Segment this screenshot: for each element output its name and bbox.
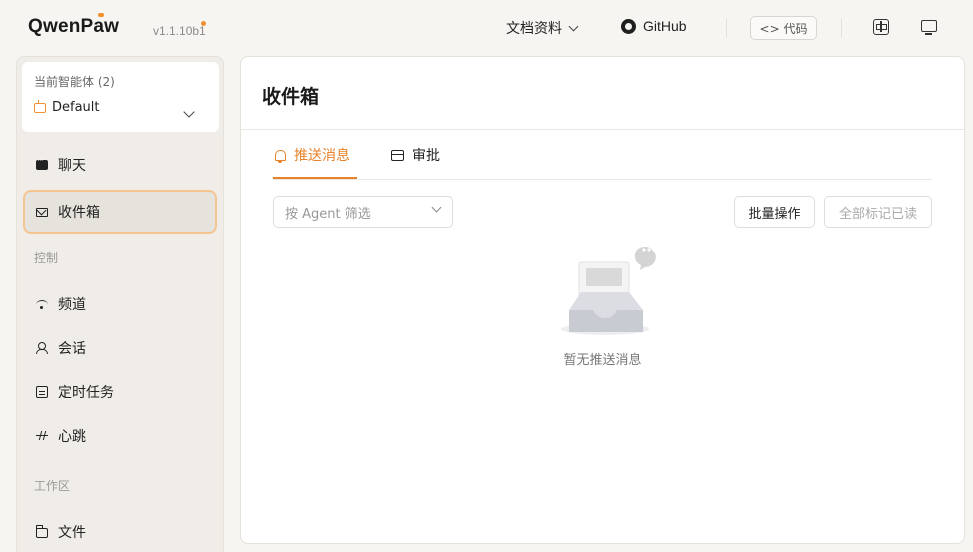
calendar-icon — [36, 386, 48, 398]
agent-filter-select[interactable]: 按 Agent 筛选 — [273, 196, 453, 228]
tab-bar: 推送消息 审批 — [273, 129, 932, 180]
chat-icon — [36, 156, 48, 170]
sidebar-item-chat[interactable]: 聊天 — [23, 143, 217, 187]
folder-icon — [36, 525, 48, 538]
tab-label: 推送消息 — [294, 148, 350, 164]
github-label: GitHub — [643, 18, 687, 34]
top-bar: QwenPaw v1.1.10b1 文档资料 GitHub <> 代码 — [0, 0, 973, 56]
code-label: <> 代码 — [759, 21, 808, 36]
batch-action-button[interactable]: 批量操作 — [734, 196, 815, 228]
chevron-down-icon — [568, 21, 579, 31]
main-panel: 收件箱 推送消息 审批 按 Agent 筛选 批量操作 全部标记已读 暂无推送消… — [240, 56, 965, 544]
sidebar-item-scheduled-tasks[interactable]: 定时任务 — [23, 370, 217, 414]
language-toggle-icon[interactable] — [873, 19, 889, 35]
agent-label: 当前智能体 (2) — [34, 75, 115, 89]
mail-icon — [36, 207, 48, 217]
page-title: 收件箱 — [262, 86, 320, 108]
sidebar-item-label: 收件箱 — [58, 205, 100, 221]
package-icon — [391, 149, 404, 161]
display-icon[interactable] — [921, 20, 937, 35]
empty-inbox-illustration — [561, 247, 656, 335]
version-label: v1.1.10b1 — [153, 24, 206, 38]
user-icon — [36, 342, 48, 354]
agent-current[interactable]: Default — [34, 99, 100, 115]
update-dot — [201, 21, 206, 26]
divider — [726, 19, 727, 37]
sidebar-item-sessions[interactable]: 会话 — [23, 326, 217, 370]
mark-all-read-button[interactable]: 全部标记已读 — [824, 196, 932, 228]
code-button[interactable]: <> 代码 — [750, 16, 817, 40]
sidebar-item-inbox[interactable]: 收件箱 — [23, 190, 217, 234]
section-label-workspace: 工作区 — [34, 479, 71, 493]
github-icon — [621, 18, 636, 34]
sidebar-item-label: 频道 — [58, 297, 86, 313]
github-link[interactable]: GitHub — [621, 18, 687, 34]
wifi-icon — [36, 299, 48, 309]
mark-all-read-label: 全部标记已读 — [838, 206, 917, 222]
docs-label: 文档资料 — [506, 21, 562, 37]
filter-placeholder: 按 Agent 筛选 — [285, 206, 371, 222]
empty-state-text: 暂无推送消息 — [563, 353, 642, 368]
chevron-down-icon — [183, 106, 195, 118]
sidebar-item-label: 心跳 — [58, 429, 86, 445]
sidebar-item-channels[interactable]: 频道 — [23, 282, 217, 326]
chevron-down-icon — [431, 202, 442, 213]
batch-action-label: 批量操作 — [748, 206, 801, 222]
sidebar-item-label: 会话 — [58, 341, 86, 357]
sidebar-item-label: 定时任务 — [58, 385, 114, 401]
sidebar-item-label: 聊天 — [58, 158, 86, 174]
sidebar-item-label: 文件 — [58, 525, 86, 541]
logo[interactable]: QwenPaw — [28, 13, 119, 38]
section-label-control: 控制 — [34, 251, 59, 265]
bell-icon — [275, 149, 286, 163]
sidebar-item-files[interactable]: 文件 — [23, 510, 217, 552]
tab-push-messages[interactable]: 推送消息 — [275, 145, 350, 165]
agent-value: Default — [52, 100, 100, 115]
agent-selector[interactable]: 当前智能体 (2) Default — [22, 62, 219, 132]
active-tab-indicator — [273, 177, 357, 179]
robot-icon — [34, 99, 46, 113]
divider — [841, 19, 842, 37]
tab-approval[interactable]: 审批 — [391, 145, 440, 165]
sidebar-item-heartbeat[interactable]: 心跳 — [23, 414, 217, 458]
docs-menu[interactable]: 文档资料 — [506, 18, 579, 38]
tab-label: 审批 — [412, 148, 440, 164]
agent-dropdown[interactable] — [183, 101, 195, 120]
sidebar: 当前智能体 (2) Default 聊天 收件箱 控制 频道 会话 定时任务 心… — [16, 56, 224, 552]
pulse-icon — [36, 430, 48, 442]
